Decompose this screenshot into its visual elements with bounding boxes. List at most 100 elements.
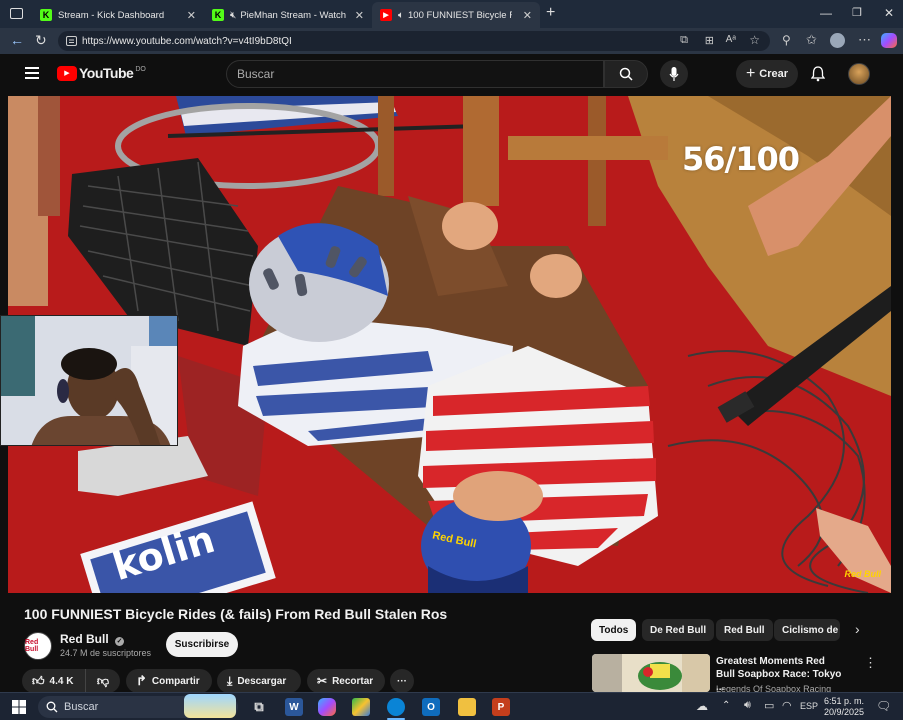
outlook-icon[interactable]: O xyxy=(422,698,440,716)
favorites-icon[interactable]: ✩ xyxy=(806,32,817,48)
favorite-star-icon[interactable]: ☆ xyxy=(749,33,760,47)
muted-speaker-icon[interactable]: 🔇︎ xyxy=(230,10,236,21)
account-avatar[interactable] xyxy=(848,63,870,85)
system-clock[interactable]: 6:51 p. m. 20/9/2025 xyxy=(824,696,864,718)
search-button[interactable] xyxy=(604,60,648,88)
plus-icon: + xyxy=(745,65,756,82)
taskbar-search-input[interactable]: Buscar xyxy=(38,694,238,718)
webcam-feed xyxy=(1,316,177,445)
close-tab-icon[interactable]: ✕ xyxy=(181,9,196,22)
chip-de-red-bull[interactable]: De Red Bull xyxy=(642,619,715,641)
kick-icon: K xyxy=(212,9,224,21)
refresh-icon[interactable]: ↻ xyxy=(35,32,47,49)
app-available-icon[interactable]: ⊞ xyxy=(705,34,714,47)
edge-icon[interactable] xyxy=(387,698,405,716)
related-more-icon[interactable]: ⋮ xyxy=(864,655,877,671)
taskbar-search-placeholder: Buscar xyxy=(64,701,99,713)
youtube-logo[interactable]: ▶ YouTube DO xyxy=(57,65,146,81)
tab-actions-icon[interactable] xyxy=(10,8,23,19)
create-button[interactable]: + Crear xyxy=(736,60,798,88)
volume-icon[interactable]: 🔊︎ xyxy=(744,699,751,712)
notification-center-icon[interactable]: 🗨︎ xyxy=(876,699,891,713)
speaker-icon[interactable]: 🔈︎ xyxy=(398,10,404,21)
share-button[interactable]: ↱ Compartir xyxy=(126,669,212,693)
clip-button[interactable]: ✂ Recortar xyxy=(307,669,385,693)
weather-icon[interactable]: ☁ xyxy=(696,699,708,713)
file-explorer-icon[interactable] xyxy=(458,698,476,716)
close-tab-icon[interactable]: ✕ xyxy=(349,9,364,22)
share-arrow-icon: ↱ xyxy=(136,673,147,688)
translate-icon[interactable]: ⧉ xyxy=(680,34,688,47)
url-text: https://www.youtube.com/watch?v=v4tI9bD8… xyxy=(82,35,292,47)
dislike-button[interactable]: 👎︎ xyxy=(86,669,120,693)
like-button[interactable]: 👍︎ 4.4 K xyxy=(22,669,86,693)
kick-icon: K xyxy=(40,9,52,21)
youtube-logo-text: YouTube xyxy=(79,65,134,81)
task-view-icon[interactable]: ⧉ xyxy=(250,698,268,716)
site-info-icon[interactable] xyxy=(66,36,77,46)
copilot-taskbar-icon[interactable] xyxy=(318,698,336,716)
subscribe-button[interactable]: Suscribirse xyxy=(166,632,238,657)
create-label: Crear xyxy=(759,68,789,80)
chip-red-bull[interactable]: Red Bull xyxy=(716,619,773,641)
related-video-thumbnail[interactable] xyxy=(592,654,710,692)
hamburger-menu-icon[interactable] xyxy=(25,67,39,79)
thumbs-up-icon: 👍︎ xyxy=(32,673,45,688)
battery-icon[interactable]: ▭ xyxy=(764,699,774,712)
clock-time: 6:51 p. m. xyxy=(824,696,865,706)
tab-title: 100 FUNNIEST Bicycle Rides xyxy=(408,9,512,21)
voice-search-button[interactable] xyxy=(660,60,688,88)
word-icon[interactable]: W xyxy=(285,698,303,716)
read-aloud-icon[interactable]: Aᵃ xyxy=(726,34,736,45)
language-indicator[interactable]: ESP xyxy=(800,701,818,711)
download-button[interactable]: ⤓ Descargar xyxy=(217,669,301,693)
channel-avatar-text: Red Bull xyxy=(25,639,39,653)
windows-taskbar: Buscar ⧉ W O P ☁ ⌃ 🔊︎ ▭ ◠ ESP 6:51 p. m.… xyxy=(0,692,903,720)
country-code: DO xyxy=(135,65,146,73)
like-count: 4.4 K xyxy=(49,675,74,687)
close-tab-icon[interactable]: ✕ xyxy=(517,9,532,22)
like-dislike-group: 👍︎ 4.4 K 👎︎ xyxy=(22,669,120,693)
youtube-header: ▶ YouTube DO Buscar + Crear xyxy=(8,54,893,94)
search-input[interactable]: Buscar xyxy=(226,60,604,88)
streamer-webcam xyxy=(0,315,178,446)
channel-avatar[interactable]: Red Bull xyxy=(24,632,52,660)
profile-avatar[interactable] xyxy=(830,33,845,48)
copilot-icon[interactable] xyxy=(881,33,897,48)
notifications-bell-icon[interactable] xyxy=(811,66,825,82)
download-label: Descargar xyxy=(237,675,287,687)
minimize-button[interactable]: — xyxy=(820,6,832,20)
tab-title: Stream - Kick Dashboard xyxy=(58,9,165,21)
tab-title: PieMhan Stream - Watch Live xyxy=(240,9,348,21)
channel-name[interactable]: Red Bull ✓ xyxy=(60,632,125,646)
minecraft-icon[interactable] xyxy=(352,698,370,716)
related-thumbnail-image xyxy=(592,654,710,692)
tab-piemhan-stream[interactable]: K 🔇︎ PieMhan Stream - Watch Live ✕ xyxy=(204,2,372,28)
new-tab-button[interactable]: + xyxy=(546,4,555,22)
search-highlight-image xyxy=(184,694,236,718)
share-label: Compartir xyxy=(151,675,200,687)
back-icon[interactable]: ← xyxy=(10,32,24,48)
powerpoint-icon[interactable]: P xyxy=(492,698,510,716)
windows-start-icon[interactable] xyxy=(12,700,26,714)
show-hidden-icons[interactable]: ⌃ xyxy=(722,700,730,711)
download-icon: ⤓ xyxy=(227,673,233,688)
chevron-right-icon[interactable]: › xyxy=(855,621,860,637)
restore-button[interactable]: ❐ xyxy=(852,6,862,19)
clip-label: Recortar xyxy=(332,675,374,687)
youtube-play-icon: ▶ xyxy=(57,65,77,81)
more-menu-icon[interactable]: ⋯ xyxy=(858,32,871,48)
thumbs-down-icon: 👎︎ xyxy=(96,673,110,688)
extensions-icon[interactable]: ⚲ xyxy=(782,33,791,47)
wifi-icon[interactable]: ◠ xyxy=(782,699,792,712)
video-title: 100 FUNNIEST Bicycle Rides (& fails) Fro… xyxy=(24,606,448,622)
url-field[interactable]: https://www.youtube.com/watch?v=v4tI9bD8… xyxy=(58,31,770,51)
tab-kick-dashboard[interactable]: K Stream - Kick Dashboard ✕ xyxy=(32,2,204,28)
more-actions-button[interactable]: ··· xyxy=(390,669,414,693)
tab-youtube-video[interactable]: ▶ 🔈︎ 100 FUNNIEST Bicycle Rides ✕ xyxy=(372,2,540,28)
chip-ciclismo[interactable]: Ciclismo de xyxy=(774,619,840,641)
more-actions-icon: ··· xyxy=(397,675,407,687)
red-bull-watermark: Red Bull xyxy=(844,569,881,579)
chip-todos[interactable]: Todos xyxy=(591,619,637,641)
close-window-button[interactable]: ✕ xyxy=(884,6,894,20)
